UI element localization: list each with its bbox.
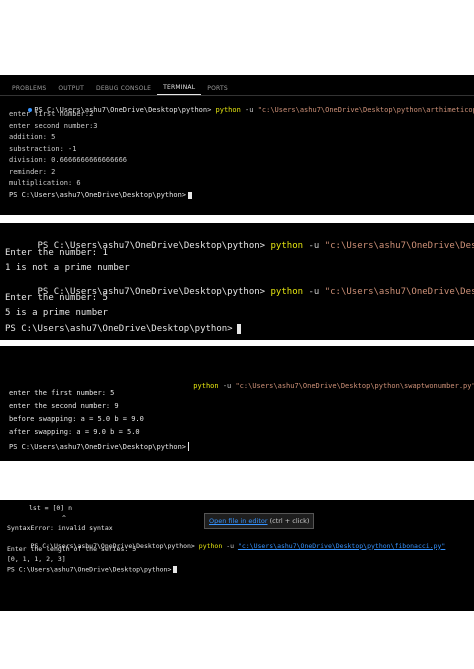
command-flag: -u [308,287,320,297]
command-line: PS C:\Users\ashu7\OneDrive\Desktop\pytho… [5,279,474,297]
prompt: PS C:\Users\ashu7\OneDrive\Desktop\pytho… [9,190,187,199]
command-line: python -u "c:\Users\ashu7\OneDrive\Deskt… [0,376,474,390]
terminal-panel-fibonacci: lst = [0] n ^ SyntaxError: invalid synta… [0,500,474,611]
script-path[interactable]: "c:\Users\ashu7\OneDrive\Desktop\python\… [235,382,474,390]
output-line: after swapping: a = 9.0 b = 5.0 [9,428,140,436]
tab-debug-console[interactable]: DEBUG CONSOLE [90,85,157,95]
command-line: PS C:\Users\ashu7\OneDrive\Desktop\pytho… [5,233,474,251]
terminal-prompt[interactable]: PS C:\Users\ashu7\OneDrive\Desktop\pytho… [9,190,474,204]
tab-output[interactable]: OUTPUT [52,85,90,95]
command-flag: -u [245,106,254,114]
command-flag: -u [226,541,235,550]
prompt: PS C:\Users\ashu7\OneDrive\Desktop\pytho… [7,565,172,574]
command-flag: -u [222,382,232,390]
output-line: enter second number:3 [9,121,98,130]
script-path[interactable]: "c:\Users\ashu7\OneDrive\Desktop\python\… [325,287,474,297]
output-line: division: 0.6666666666666666 [9,156,128,164]
text-cursor [173,566,178,573]
script-path-link[interactable]: "c:\Users\ashu7\OneDrive\Desktop\python\… [238,542,445,550]
tab-terminal[interactable]: TERMINAL [157,84,202,95]
terminal-panel-prime: PS C:\Users\ashu7\OneDrive\Desktop\pytho… [0,223,474,340]
command: python [198,541,223,550]
output-line: 1 is not a prime number [5,263,130,273]
terminal-prompt[interactable]: PS C:\Users\ashu7\OneDrive\Desktop\pytho… [7,566,474,576]
prompt: PS C:\Users\ashu7\OneDrive\Desktop\pytho… [9,443,187,451]
tooltip-hint: (ctrl + click) [269,517,310,525]
open-file-link[interactable]: Open file in editor [209,517,268,525]
terminal-prompt[interactable]: PS C:\Users\ashu7\OneDrive\Desktop\pytho… [5,324,474,339]
command: python [215,106,241,114]
tab-problems[interactable]: PROBLEMS [6,85,52,95]
text-cursor [188,442,190,451]
command: python [193,382,219,390]
command: python [270,287,304,297]
text-cursor [188,191,193,199]
panel-tab-bar: PROBLEMS OUTPUT DEBUG CONSOLE TERMINAL P… [0,75,474,96]
command: python [270,241,304,251]
script-path[interactable]: "c:\Users\ashu7\OneDrive\Desktop\python\… [258,106,474,114]
link-hover-tooltip: Open file in editor (ctrl + click) [204,513,315,529]
output-line: Enter the number: 1 [5,248,108,258]
output-line: [0, 1, 1, 2, 3] [7,555,66,563]
terminal-prompt[interactable]: PS C:\Users\ashu7\OneDrive\Desktop\pytho… [9,442,474,455]
tab-ports[interactable]: PORTS [201,85,234,95]
command-flag: -u [308,241,320,251]
terminal-panel-swap: python -u "c:\Users\ashu7\OneDrive\Deskt… [0,346,474,461]
output-line: 5 is a prime number [5,308,108,318]
text-cursor [236,324,241,334]
terminal-panel-arithmetic: PROBLEMS OUTPUT DEBUG CONSOLE TERMINAL P… [0,75,474,215]
script-path[interactable]: "c:\Users\ashu7\OneDrive\Desktop\python\… [325,241,474,251]
output-line: addition: 5 [9,133,56,141]
prompt: PS C:\Users\ashu7\OneDrive\Desktop\pytho… [5,324,233,334]
